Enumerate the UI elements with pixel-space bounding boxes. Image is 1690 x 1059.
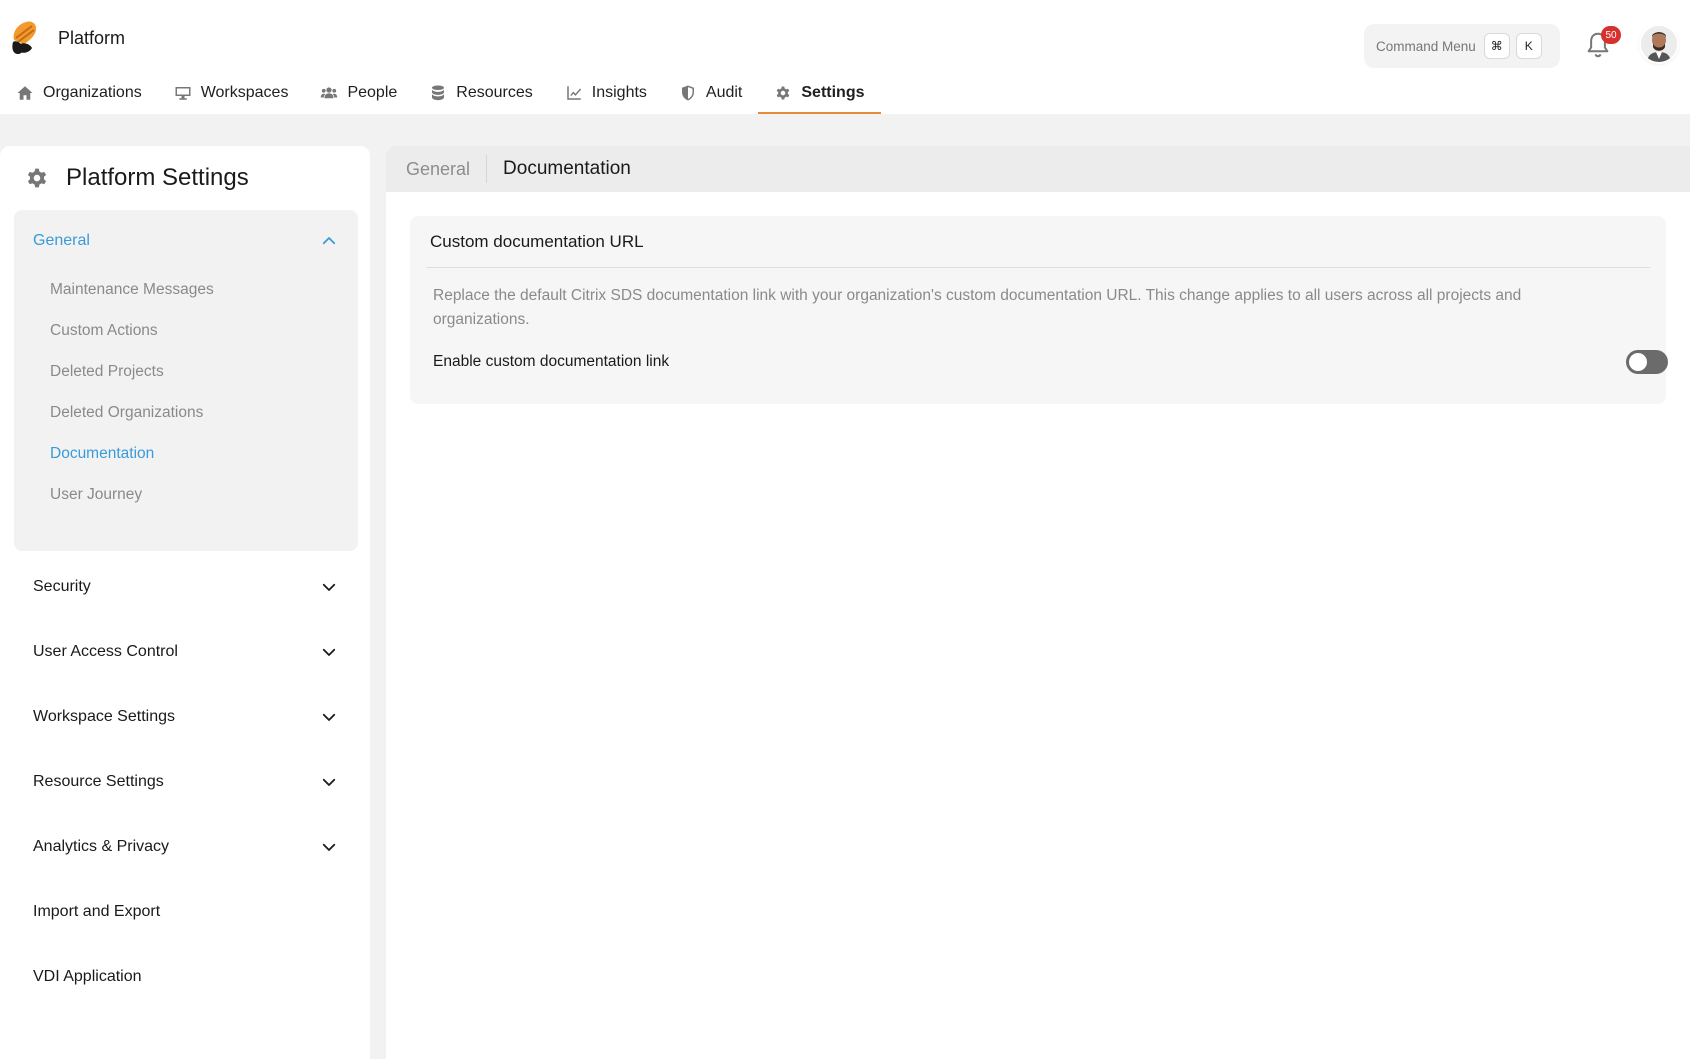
home-icon	[17, 86, 33, 100]
chevron-down-icon	[322, 648, 336, 656]
database-icon	[432, 85, 445, 101]
nav-label: People	[347, 84, 398, 101]
sidebar-section-label: Resource Settings	[33, 773, 164, 790]
nav-label: Audit	[705, 84, 743, 101]
sidebar-item-user-journey[interactable]: User Journey	[50, 486, 142, 504]
top-header: Platform Command Menu ⌘ K 50 Organizatio…	[0, 0, 1690, 114]
breadcrumb: General Documentation	[386, 146, 1690, 192]
sidebar-item-documentation[interactable]: Documentation	[50, 445, 154, 463]
chevron-down-icon	[322, 778, 336, 786]
sidebar-section-resource-settings[interactable]: Resource Settings	[14, 757, 358, 807]
command-menu-button[interactable]: Command Menu ⌘ K	[1364, 24, 1560, 68]
sidebar-title-text: Platform Settings	[66, 164, 249, 191]
breadcrumb-parent[interactable]: General	[386, 159, 470, 180]
documentation-card: Custom documentation URL Replace the def…	[410, 216, 1668, 404]
chart-line-icon	[567, 86, 581, 100]
app-name: Platform	[58, 27, 126, 48]
sidebar-item-custom-actions[interactable]: Custom Actions	[50, 322, 158, 340]
sidebar-section-user-access-control[interactable]: User Access Control	[14, 627, 358, 677]
brand-logo-icon	[12, 21, 37, 54]
avatar[interactable]	[1641, 26, 1677, 62]
card-description: Replace the default Citrix SDS documenta…	[433, 287, 1522, 328]
nav-label: Workspaces	[200, 84, 289, 101]
nav-workspaces[interactable]: Workspaces	[158, 72, 305, 114]
main-content: General Documentation Custom documentati…	[386, 146, 1690, 1059]
sidebar-section-label: Analytics & Privacy	[33, 838, 170, 855]
sidebar-section-label: Workspace Settings	[33, 708, 175, 725]
sidebar-item-maintenance-messages[interactable]: Maintenance Messages	[50, 281, 214, 299]
k-key-badge: K	[1515, 33, 1542, 59]
sidebar-section-security[interactable]: Security	[14, 562, 358, 612]
sidebar-group-general-toggle[interactable]: General	[14, 210, 358, 272]
command-key-badge: ⌘	[1483, 33, 1510, 59]
notification-count-badge: 50	[1601, 26, 1621, 44]
breadcrumb-divider	[486, 155, 488, 183]
nav-resources[interactable]: Resources	[413, 72, 548, 114]
sidebar-title: Platform Settings	[24, 164, 249, 192]
sidebar-section-label: Security	[33, 578, 91, 595]
nav-label: Settings	[801, 84, 865, 101]
nav-audit[interactable]: Audit	[663, 72, 758, 114]
toggle-knob	[1629, 353, 1647, 371]
sidebar-section-analytics-privacy[interactable]: Analytics & Privacy	[14, 822, 358, 872]
sidebar-group-label: General	[33, 232, 90, 249]
gear-icon	[777, 86, 790, 100]
nav-label: Organizations	[43, 84, 142, 101]
gear-icon	[27, 168, 47, 188]
main-nav: Organizations Workspaces People Resource…	[0, 72, 881, 114]
people-icon	[321, 87, 338, 99]
custom-doc-link-toggle-label: Enable custom documentation link	[433, 353, 670, 370]
chevron-down-icon	[322, 583, 336, 591]
nav-people[interactable]: People	[304, 72, 413, 114]
nav-settings[interactable]: Settings	[758, 72, 881, 114]
shield-icon	[681, 85, 694, 101]
sidebar-section-vdi-application[interactable]: VDI Application	[14, 952, 358, 1002]
sidebar-section-workspace-settings[interactable]: Workspace Settings	[14, 692, 358, 742]
sidebar-group-general: General Maintenance Messages Custom Acti…	[14, 210, 358, 551]
monitor-icon	[175, 87, 191, 100]
brand[interactable]: Platform	[10, 18, 125, 58]
settings-sidebar: Platform Settings General Maintenance Me…	[0, 146, 370, 1059]
sidebar-section-label: VDI Application	[33, 968, 142, 985]
nav-label: Insights	[591, 84, 647, 101]
custom-doc-link-toggle[interactable]	[1626, 350, 1668, 374]
chevron-down-icon	[322, 843, 336, 851]
breadcrumb-current: Documentation	[503, 158, 631, 179]
nav-organizations[interactable]: Organizations	[0, 72, 158, 114]
nav-label: Resources	[456, 84, 533, 101]
sidebar-section-label: Import and Export	[33, 903, 161, 920]
sidebar-item-deleted-projects[interactable]: Deleted Projects	[50, 363, 164, 381]
command-menu-label: Command Menu	[1376, 38, 1476, 54]
chevron-down-icon	[322, 713, 336, 721]
avatar-image	[1641, 26, 1677, 62]
nav-insights[interactable]: Insights	[549, 72, 663, 114]
card-divider	[426, 267, 1650, 268]
sidebar-section-import-export[interactable]: Import and Export	[14, 887, 358, 937]
chevron-up-icon	[322, 237, 336, 245]
sidebar-section-label: User Access Control	[33, 643, 178, 660]
sidebar-item-deleted-organizations[interactable]: Deleted Organizations	[50, 404, 203, 422]
card-title: Custom documentation URL	[430, 232, 644, 251]
